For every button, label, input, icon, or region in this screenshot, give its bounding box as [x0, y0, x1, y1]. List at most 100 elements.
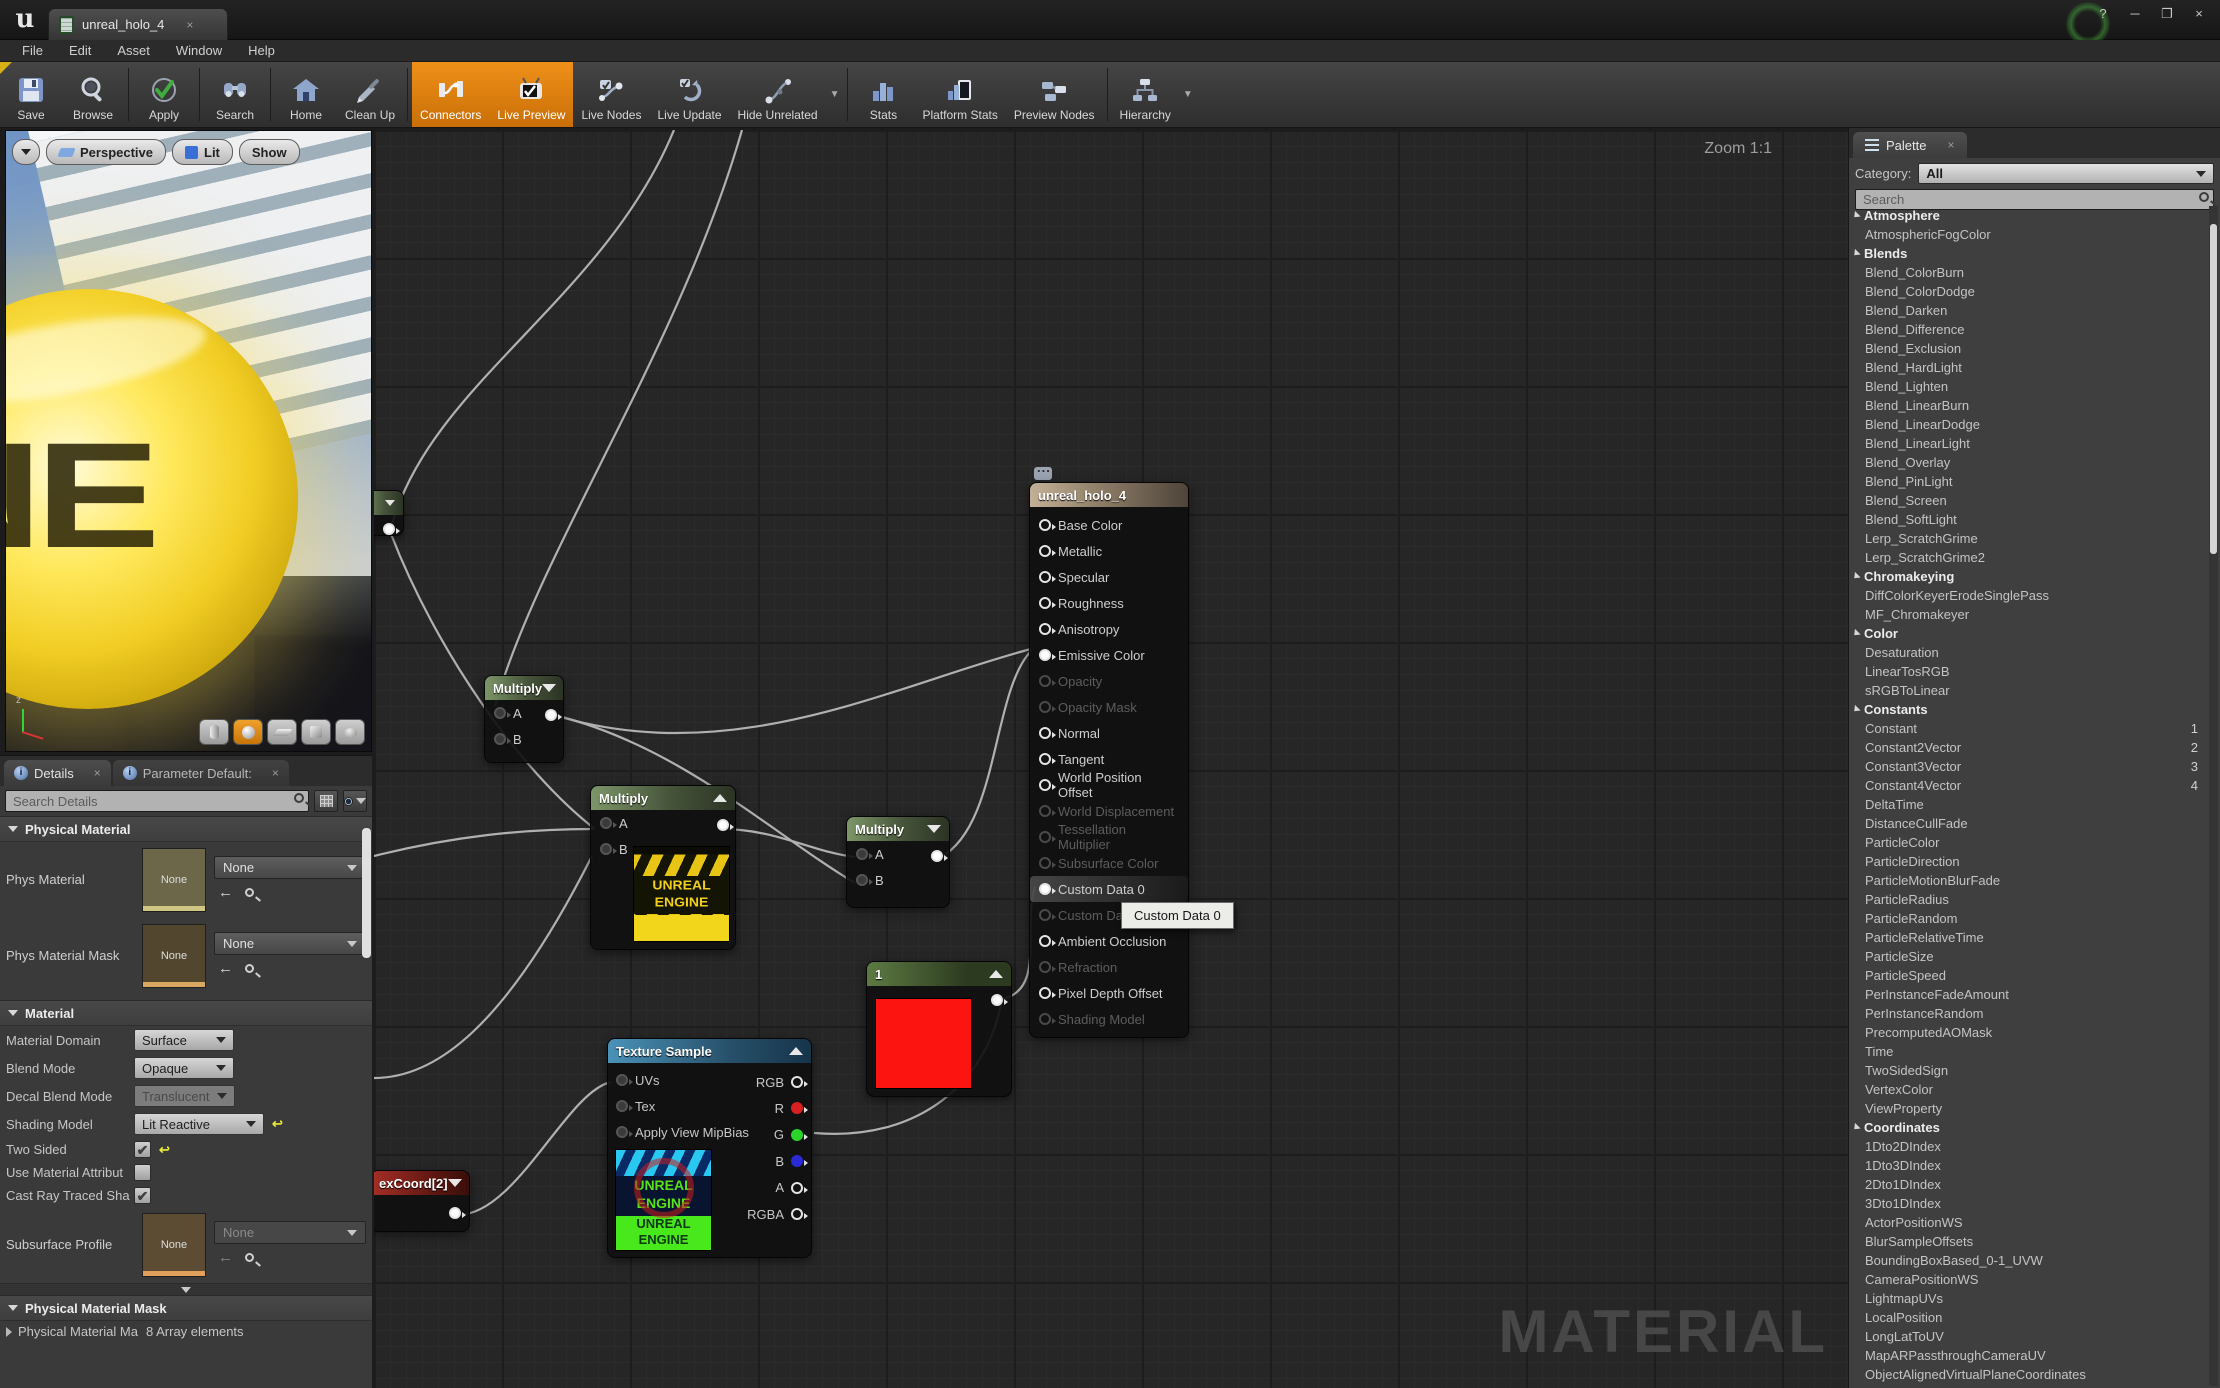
- palette-category[interactable]: Chromakeying: [1849, 567, 2208, 586]
- multiply-node-1[interactable]: Multiply A B: [484, 675, 564, 763]
- asset-tab-close-icon[interactable]: ×: [186, 18, 193, 32]
- minimize-button[interactable]: ─: [2122, 4, 2148, 24]
- material-pin[interactable]: Normal: [1030, 720, 1188, 746]
- mesh-custom-button[interactable]: [335, 719, 365, 745]
- category-dropdown[interactable]: All: [1918, 163, 2214, 184]
- stats-button[interactable]: Stats: [852, 62, 914, 127]
- palette-item[interactable]: DistanceCullFade: [1849, 814, 2208, 833]
- palette-item[interactable]: Blend_Exclusion: [1849, 339, 2208, 358]
- output-pin[interactable]: [791, 1128, 808, 1141]
- hierarchy-button[interactable]: Hierarchy: [1112, 62, 1179, 127]
- palette-item[interactable]: Constant2Vector 2: [1849, 738, 2208, 757]
- viewport-options-button[interactable]: [12, 139, 40, 165]
- multiply-node-3[interactable]: Multiply A B: [846, 816, 950, 908]
- clipped-node[interactable]: [374, 490, 404, 536]
- input-pin[interactable]: [1039, 753, 1056, 765]
- palette-item[interactable]: Time: [1849, 1042, 2208, 1061]
- preview-viewport[interactable]: NE Perspective Lit Show z: [5, 130, 372, 752]
- palette-item[interactable]: LightmapUVs: [1849, 1289, 2208, 1308]
- collapse-icon[interactable]: [447, 1179, 462, 1187]
- palette-item[interactable]: 3Dto1DIndex: [1849, 1194, 2208, 1213]
- output-pin[interactable]: [383, 523, 400, 535]
- palette-scrollbar[interactable]: [2209, 206, 2218, 1386]
- palette-category[interactable]: Color: [1849, 624, 2208, 643]
- material-pin[interactable]: Specular: [1030, 564, 1188, 590]
- palette-item[interactable]: BoundingBoxBased_0-1_UVW: [1849, 1251, 2208, 1270]
- palette-item[interactable]: MapARPassthroughCameraUV: [1849, 1346, 2208, 1365]
- details-tab-close-icon[interactable]: ×: [94, 766, 101, 780]
- palette-item[interactable]: TwoSidedSign: [1849, 1061, 2208, 1080]
- material-pin[interactable]: Subsurface Color: [1030, 850, 1188, 876]
- material-pin[interactable]: Shading Model: [1030, 1006, 1188, 1032]
- reset-to-default-icon[interactable]: ↩: [272, 1116, 283, 1132]
- input-pin[interactable]: [1039, 961, 1056, 973]
- output-pin[interactable]: [931, 850, 948, 862]
- material-result-node[interactable]: unreal_holo_4 Base Color Metallic Specular…: [1029, 482, 1189, 1038]
- input-pin[interactable]: [1039, 545, 1056, 557]
- palette-item[interactable]: MF_Chromakeyer: [1849, 605, 2208, 624]
- menu-file[interactable]: File: [10, 41, 55, 60]
- input-pin-b[interactable]: [494, 733, 511, 745]
- palette-item[interactable]: Blend_Screen: [1849, 491, 2208, 510]
- material-pin[interactable]: Opacity: [1030, 668, 1188, 694]
- palette-item[interactable]: ParticleSpeed: [1849, 966, 2208, 985]
- browse-to-asset-icon[interactable]: [245, 888, 254, 897]
- help-button[interactable]: ?: [2090, 4, 2116, 24]
- input-pin[interactable]: [1039, 597, 1056, 609]
- expand-icon[interactable]: [6, 1326, 12, 1337]
- palette-item[interactable]: Blend_ColorDodge: [1849, 282, 2208, 301]
- material-pin[interactable]: World Position Offset: [1030, 770, 1188, 800]
- output-pin[interactable]: [791, 1208, 808, 1220]
- material-pin[interactable]: Metallic: [1030, 538, 1188, 564]
- material-domain-dropdown[interactable]: Surface: [134, 1029, 234, 1051]
- browse-to-asset-icon[interactable]: [245, 1253, 254, 1262]
- palette-item[interactable]: LongLatToUV: [1849, 1327, 2208, 1346]
- palette-item[interactable]: ParticleSize: [1849, 947, 2208, 966]
- perspective-button[interactable]: Perspective: [46, 139, 166, 165]
- maximize-button[interactable]: ❐: [2154, 4, 2180, 24]
- tab-palette[interactable]: Palette ×: [1853, 132, 1967, 158]
- subsurface-profile-thumbnail[interactable]: None: [142, 1213, 206, 1277]
- comment-bubble-icon[interactable]: [1034, 460, 1052, 480]
- input-pin[interactable]: [1039, 675, 1056, 687]
- palette-item[interactable]: VertexColor: [1849, 1080, 2208, 1099]
- two-sided-checkbox[interactable]: ✔: [134, 1141, 151, 1158]
- texcoord-node[interactable]: exCoord[2]: [374, 1170, 470, 1232]
- details-scrollbar[interactable]: [362, 828, 371, 958]
- input-pin[interactable]: [1039, 935, 1056, 947]
- reset-to-default-icon[interactable]: ↩: [159, 1142, 170, 1158]
- output-pin[interactable]: [791, 1155, 808, 1168]
- palette-item[interactable]: Blend_Lighten: [1849, 377, 2208, 396]
- palette-item[interactable]: LinearTosRGB: [1849, 662, 2208, 681]
- mipbias-input-pin[interactable]: [616, 1126, 633, 1138]
- palette-item[interactable]: PrecomputedAOMask: [1849, 1023, 2208, 1042]
- output-a[interactable]: A: [775, 1175, 808, 1201]
- palette-item[interactable]: Constant3Vector 3: [1849, 757, 2208, 776]
- material-graph-canvas[interactable]: Zoom 1:1 MATERIAL Multiply A B Multiply …: [374, 130, 1848, 1388]
- tex-input-pin[interactable]: [616, 1100, 633, 1112]
- home-button[interactable]: Home: [275, 62, 337, 127]
- mesh-plane-button[interactable]: [267, 719, 297, 745]
- output-pin[interactable]: [545, 709, 562, 721]
- details-visibility-button[interactable]: [343, 790, 367, 812]
- input-pin[interactable]: [1039, 883, 1056, 895]
- palette-item[interactable]: ViewProperty: [1849, 1099, 2208, 1118]
- palette-item[interactable]: CameraPositionWS: [1849, 1270, 2208, 1289]
- palette-category[interactable]: Blends: [1849, 244, 2208, 263]
- section-physical-material[interactable]: Physical Material: [0, 816, 372, 842]
- close-button[interactable]: ×: [2186, 4, 2212, 24]
- palette-item[interactable]: sRGBToLinear: [1849, 681, 2208, 700]
- uvs-input-pin[interactable]: [616, 1074, 633, 1086]
- palette-item[interactable]: ActorPositionWS: [1849, 1213, 2208, 1232]
- output-pin[interactable]: [449, 1207, 466, 1219]
- section-physical-material-mask[interactable]: Physical Material Mask: [0, 1295, 372, 1321]
- material-pin[interactable]: Roughness: [1030, 590, 1188, 616]
- palette-item[interactable]: 2Dto1DIndex: [1849, 1175, 2208, 1194]
- clean-up-button[interactable]: Clean Up: [337, 62, 403, 127]
- live-preview-button[interactable]: Live Preview: [489, 62, 574, 127]
- menu-window[interactable]: Window: [164, 41, 234, 60]
- hide-unrelated-button[interactable]: Hide Unrelated: [730, 62, 826, 127]
- material-pin[interactable]: Pixel Depth Offset: [1030, 980, 1188, 1006]
- palette-item[interactable]: ParticleDirection: [1849, 852, 2208, 871]
- cast-ray-traced-shadows-checkbox[interactable]: ✔: [134, 1187, 151, 1204]
